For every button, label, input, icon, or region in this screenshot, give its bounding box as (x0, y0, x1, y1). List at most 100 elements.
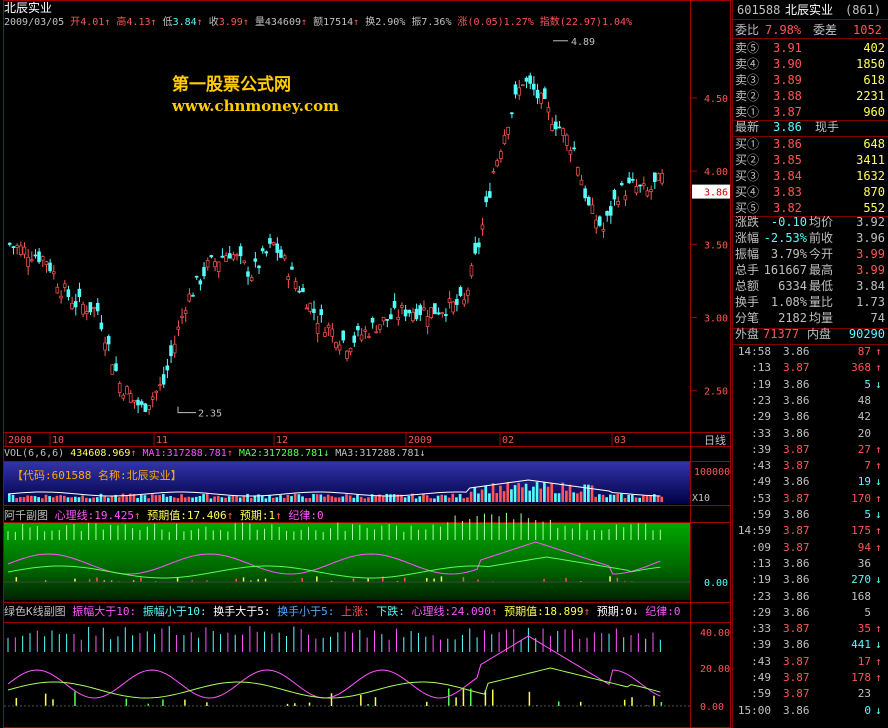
volume-bar (337, 497, 341, 502)
volume-bar (385, 493, 389, 502)
tick-price: 3.86 (783, 410, 810, 424)
tick-time: :53 (751, 491, 771, 505)
volume-bar (609, 494, 612, 502)
cell: 前收 (809, 231, 834, 245)
volume-bar (202, 494, 205, 502)
volume-bar (352, 497, 356, 502)
cell: 现手 (815, 120, 840, 134)
volume-bar (8, 493, 11, 502)
stock-name: 北辰实业 (4, 1, 53, 15)
volume-bar (81, 495, 84, 502)
volume-bar (436, 495, 440, 502)
volume-bar (359, 496, 363, 502)
candle-body (165, 365, 170, 371)
candle-body (499, 151, 503, 159)
cell: 2182 (778, 311, 807, 325)
cell: 今开 (809, 247, 834, 261)
candle-body (11, 246, 16, 248)
candle-body (15, 245, 19, 248)
cell: 卖③ (735, 73, 760, 87)
candle-body (18, 245, 23, 255)
volume-bar (524, 483, 528, 502)
buy-level: 买② 3.85 3411 (735, 152, 885, 168)
volume-bar (260, 495, 264, 502)
stat-row: 涨跌 -0.10 均价 3.92 (735, 214, 885, 230)
candle-body (99, 322, 104, 330)
volume-bar (341, 496, 345, 502)
candle-body (180, 315, 184, 318)
min-marker (177, 406, 196, 414)
cell: 卖② (735, 89, 760, 103)
cell: 6334 (778, 279, 807, 293)
volume-bar (154, 495, 158, 502)
tick-volume: 368 (851, 361, 871, 375)
date-label: 12 (276, 435, 288, 446)
volume-bar (125, 496, 128, 502)
volume-bar (213, 496, 216, 502)
cell: 卖⑤ (735, 41, 760, 55)
candle-body (554, 121, 558, 130)
volume-bar (297, 494, 301, 502)
candle-body (121, 394, 126, 399)
volume-bar (66, 497, 70, 502)
stat-row: 分笔 2182 均量 74 (735, 310, 885, 326)
candle-body (154, 390, 159, 394)
candle-body (44, 261, 49, 265)
tick-volume: 35 (857, 622, 871, 636)
tick-row: :13 3.87 368 ↑ (735, 360, 885, 376)
volume-bar (198, 495, 202, 502)
buy-level: 买④ 3.83 870 (735, 184, 885, 200)
volume-bar (11, 494, 15, 502)
candle-body (462, 299, 466, 305)
volume-bar (568, 484, 572, 502)
tick-time: :23 (751, 393, 771, 407)
volume-bar (70, 497, 73, 502)
candle-body (55, 286, 60, 294)
candle-body (205, 260, 210, 268)
candle-body (495, 160, 499, 167)
volume-bar (469, 491, 473, 502)
cell: 3.83 (773, 185, 802, 199)
tick-time: :29 (751, 410, 771, 424)
volume-bar (403, 497, 407, 502)
volume-bar (594, 496, 598, 502)
candle-body (422, 307, 426, 311)
volume-bar (620, 493, 623, 502)
tick-price: 3.86 (783, 426, 810, 440)
candle-body (161, 374, 166, 385)
candle-body (469, 265, 474, 277)
candle-body (400, 305, 404, 308)
volume-bar (598, 494, 601, 502)
candle-body (429, 307, 433, 318)
volume-bar (51, 497, 55, 502)
candle-body (330, 328, 335, 337)
tick-time: :19 (751, 377, 771, 391)
volume-bar (150, 494, 154, 502)
tick-volume: 5 (864, 508, 871, 521)
tick-price: 3.87 (783, 687, 810, 701)
cell: 3.85 (773, 153, 802, 167)
cell: 1632 (856, 169, 885, 183)
candle-body (257, 265, 261, 269)
up-arrow-icon: ↑ (875, 491, 882, 505)
tick-time: :39 (751, 638, 771, 652)
candle-body (407, 309, 411, 314)
sell-level: 卖⑤ 3.91 402 (735, 40, 885, 56)
cell: 振幅 (735, 247, 760, 261)
candle-body (323, 332, 327, 337)
candle-body (114, 363, 118, 371)
candle-body (312, 308, 316, 313)
volume-bar (117, 497, 121, 502)
sell-level: 卖② 3.88 2231 (735, 88, 885, 104)
tick-price: 3.86 (783, 475, 810, 489)
tick-row: :29 3.86 5 (735, 605, 885, 621)
tick-price: 3.86 (783, 605, 810, 619)
candle-body (271, 242, 276, 246)
cell: 换手 (735, 295, 760, 309)
volume-bar (95, 497, 99, 502)
cell: 3.92 (856, 215, 885, 229)
tick-price: 3.86 (783, 589, 810, 603)
tick-time: 14:58 (737, 345, 771, 358)
panel2-tick: 20.00 (700, 664, 730, 675)
candle-body (132, 400, 137, 403)
